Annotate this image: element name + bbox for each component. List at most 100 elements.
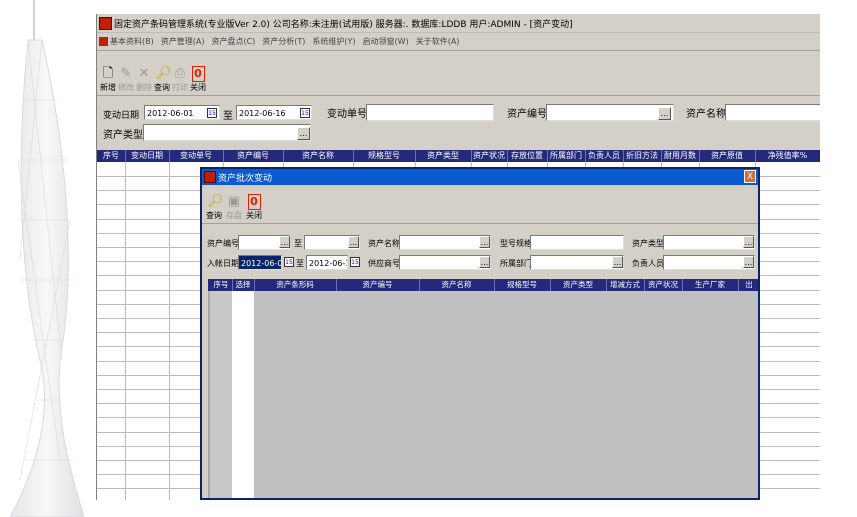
dialog-asset-grid[interactable]: 序号 选择 资产条形码 资产编号 资产名称 规格型号 资产类型 增减方式 资产状…: [208, 279, 758, 498]
col-header[interactable]: 资产状况: [471, 150, 508, 162]
col-header[interactable]: 资产类型: [415, 150, 472, 162]
asset-type-browse-button[interactable]: ...: [743, 236, 754, 248]
col-header[interactable]: 规格型号: [494, 279, 551, 291]
col-header[interactable]: 选择: [232, 279, 255, 291]
calendar-icon[interactable]: 15: [207, 108, 217, 118]
supplier-browse-button[interactable]: ...: [479, 256, 490, 268]
close-button[interactable]: 0 关闭: [189, 66, 207, 95]
menu-item-basic[interactable]: 基本资料(B): [110, 36, 154, 47]
menu-item-analysis[interactable]: 资产分析(T): [262, 36, 305, 47]
asset-no-to-browse-button[interactable]: ...: [348, 236, 359, 248]
menu-item-about[interactable]: 关于软件(A): [416, 36, 460, 47]
supplier-label: 供应商号: [368, 259, 400, 268]
col-header[interactable]: 序号: [97, 150, 126, 162]
new-doc-icon: 🗋: [102, 66, 114, 81]
col-header[interactable]: 资产原值: [699, 150, 756, 162]
asset-no-browse-button[interactable]: ...: [658, 107, 671, 120]
asset-type-browse-button[interactable]: ...: [297, 127, 310, 140]
col-header[interactable]: 生产厂家: [682, 279, 739, 291]
search-icon: 🔎︎: [155, 66, 172, 81]
col-header[interactable]: 所属部门: [547, 150, 586, 162]
col-header[interactable]: 规格型号: [353, 150, 416, 162]
menu-item-window[interactable]: 启动领窗(W): [363, 36, 409, 47]
mdi-child-icon: [99, 37, 108, 46]
col-header[interactable]: 净残值率%: [755, 150, 820, 162]
col-header[interactable]: 耐用月数: [661, 150, 700, 162]
entry-date-to-field[interactable]: 2012-06-16: [306, 255, 348, 270]
edit-icon: ✎: [120, 66, 132, 81]
change-no-field[interactable]: [366, 104, 494, 121]
edit-button[interactable]: ✎ 修改: [117, 66, 135, 95]
status-column: [644, 291, 683, 498]
col-header[interactable]: 增减方式: [606, 279, 645, 291]
print-button[interactable]: ⎙ 打印: [171, 66, 189, 95]
col-header[interactable]: 资产类型: [550, 279, 607, 291]
dialog-search-button[interactable]: 🔎︎ 查询: [204, 194, 224, 223]
search-icon: 🔎︎: [207, 194, 224, 209]
asset-name-browse-button[interactable]: ...: [479, 236, 490, 248]
asset-no-field[interactable]: [546, 104, 674, 121]
change-method-column: [606, 291, 645, 498]
close-icon: 0: [191, 66, 205, 82]
dialog-close-button[interactable]: X: [744, 170, 756, 183]
spec-field[interactable]: [530, 235, 624, 250]
calendar-icon[interactable]: 15: [300, 108, 310, 118]
col-header[interactable]: 存放位置: [507, 150, 548, 162]
col-header[interactable]: 资产编号: [223, 150, 284, 162]
col-header[interactable]: 出: [738, 279, 758, 291]
asset-no-from-browse-button[interactable]: ...: [279, 236, 290, 248]
dept-field[interactable]: [530, 255, 624, 270]
col-header[interactable]: 变动日期: [125, 150, 170, 162]
asset-type-label: 资产类型: [103, 130, 143, 141]
spec-column: [494, 291, 551, 498]
main-toolbar: 🗋 新增 ✎ 修改 ✕ 删除 🔎︎ 查询 ⎙ 打印 0 关闭: [97, 51, 820, 96]
menu-item-inventory[interactable]: 资产盘点(C): [211, 36, 255, 47]
grid-col-line: [169, 162, 170, 500]
menu-item-asset-manage[interactable]: 资产管理(A): [161, 36, 205, 47]
asset-no-label: 资产编号: [507, 109, 547, 120]
col-header[interactable]: 资产状况: [644, 279, 683, 291]
asset-name-field[interactable]: [725, 104, 820, 121]
asset-name-column: [419, 291, 495, 498]
asset-type-field[interactable]: [143, 124, 311, 141]
person-field[interactable]: [663, 255, 755, 270]
supplier-field[interactable]: [399, 255, 491, 270]
background-tower-illustration: [9, 0, 85, 517]
calendar-icon[interactable]: 15: [350, 257, 360, 267]
delete-button[interactable]: ✕ 删除: [135, 66, 153, 95]
close-icon: 0: [247, 194, 261, 210]
entry-date-label: 入帐日期: [207, 259, 239, 268]
col-header[interactable]: 资产名称: [419, 279, 495, 291]
search-button[interactable]: 🔎︎ 查询: [153, 66, 172, 95]
title-bar: 固定资产条码管理系统(专业版Ver 2.0) 公司名称:未注册(试用版) 服务器…: [97, 14, 820, 33]
new-button[interactable]: 🗋 新增: [99, 66, 117, 95]
col-header[interactable]: 折旧方法: [623, 150, 662, 162]
col-header[interactable]: 序号: [210, 279, 233, 291]
batch-change-dialog: 资产批次变动 X 🔎︎ 查询 ▣ 存盘 0 关闭 资产编号 ... 至 ... …: [200, 167, 760, 500]
dept-browse-button[interactable]: ...: [612, 256, 623, 268]
asset-no-column: [336, 291, 420, 498]
col-header[interactable]: 资产编号: [336, 279, 420, 291]
change-date-label: 变动日期: [103, 111, 140, 121]
asset-type-label: 资产类型: [632, 239, 664, 248]
col-header[interactable]: 负责人员: [585, 150, 624, 162]
dialog-close-toolbar-button[interactable]: 0 关闭: [244, 194, 264, 223]
entry-date-from-field[interactable]: 2012-06-01: [238, 255, 282, 270]
app-icon: [99, 16, 112, 30]
print-icon: ⎙: [174, 66, 186, 81]
col-header[interactable]: 变动单号: [169, 150, 224, 162]
save-icon: ▣: [227, 194, 241, 209]
dialog-save-button[interactable]: ▣ 存盘: [224, 194, 244, 223]
seq-column: [210, 291, 233, 498]
menu-item-system[interactable]: 系统维护(Y): [312, 36, 355, 47]
asset-name-field[interactable]: [399, 235, 491, 250]
person-browse-button[interactable]: ...: [743, 256, 754, 268]
select-column[interactable]: [232, 291, 255, 498]
col-header[interactable]: 资产名称: [283, 150, 354, 162]
barcode-column: [254, 291, 337, 498]
change-no-label: 变动单号: [327, 109, 367, 120]
col-header[interactable]: 资产条形码: [254, 279, 337, 291]
calendar-icon[interactable]: 15: [284, 257, 294, 267]
asset-name-label: 资产名称: [368, 239, 400, 248]
asset-type-field[interactable]: [663, 235, 755, 250]
